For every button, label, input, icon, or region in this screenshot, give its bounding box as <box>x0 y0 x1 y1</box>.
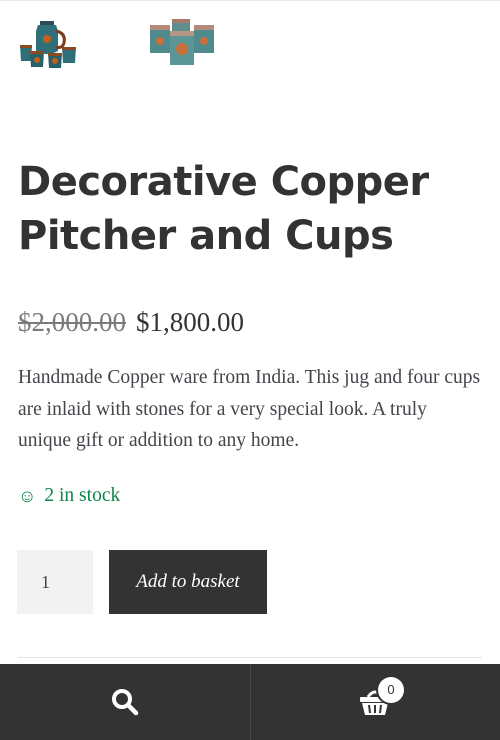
original-price: $2,000.00 <box>18 307 126 337</box>
product-title: Decorative Copper Pitcher and Cups <box>18 159 429 259</box>
thumbnail-pitcher-set[interactable] <box>16 15 82 74</box>
quantity-input[interactable] <box>17 550 93 614</box>
product-description: Handmade Copper ware from India. This ju… <box>18 367 481 451</box>
stock-status: ☺ 2 in stock <box>18 485 120 507</box>
footer-cart-button[interactable] <box>249 664 500 740</box>
stock-text: 2 in stock <box>44 485 121 506</box>
product-price: $2,000.00 $1,800.00 <box>18 305 244 339</box>
search-icon <box>111 689 138 716</box>
thumbnail-cups[interactable] <box>146 15 220 76</box>
divider <box>18 657 482 658</box>
add-to-basket-button[interactable]: Add to basket <box>109 550 267 614</box>
smiley-icon: ☺ <box>18 485 37 506</box>
copper-cups-thumbnail <box>150 19 214 65</box>
footer-search-button[interactable] <box>0 664 250 740</box>
mobile-footer-bar <box>0 664 500 740</box>
cart-count-badge: 0 <box>378 677 404 703</box>
sale-price: $1,800.00 <box>136 307 244 337</box>
copper-pitcher-set-thumbnail <box>20 21 76 68</box>
product-gallery-thumbnails <box>0 0 500 81</box>
